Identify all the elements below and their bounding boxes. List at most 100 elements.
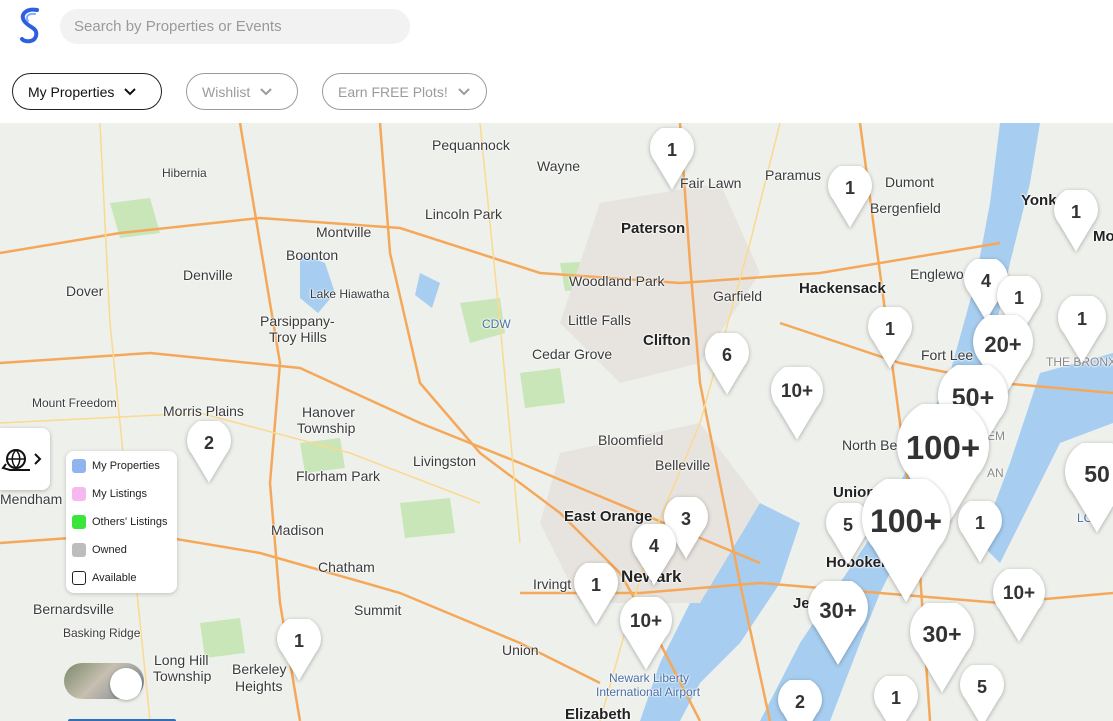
cluster-pin[interactable]: 1 xyxy=(574,563,618,625)
pin-marker-icon xyxy=(862,479,950,603)
place-label: Bergenfield xyxy=(870,200,941,216)
place-label: Bloomfield xyxy=(598,432,664,448)
place-label: Hibernia xyxy=(162,166,207,180)
cluster-pin[interactable]: 1 xyxy=(958,501,1002,563)
place-label: Hanover xyxy=(302,404,355,420)
wishlist-label: Wishlist xyxy=(202,83,251,100)
app-logo[interactable] xyxy=(14,6,46,46)
cluster-count: 1 xyxy=(890,688,901,709)
map-legend: My Properties My Listings Others' Listin… xyxy=(66,451,177,593)
place-label: Long Hill xyxy=(154,652,209,668)
earn-free-plots-dropdown[interactable]: Earn FREE Plots! xyxy=(322,73,487,110)
place-label: Belleville xyxy=(655,457,711,473)
place-label: Morris Plains xyxy=(163,403,244,419)
place-label: Union xyxy=(502,642,539,658)
map-view[interactable]: Pequannock Wayne Fair Lawn Paramus Dumon… xyxy=(0,123,1113,721)
place-label: Bernardsville xyxy=(33,601,114,617)
place-label: Heights xyxy=(235,678,283,694)
top-bar: My Properties Wishlist Earn FREE Plots! xyxy=(0,0,1113,123)
cluster-pin[interactable]: 10+ xyxy=(620,597,672,670)
place-label: Yonk xyxy=(1021,192,1057,209)
place-label: Englewo xyxy=(910,266,964,282)
cluster-pin[interactable]: 4 xyxy=(632,524,676,586)
legend-swatch xyxy=(72,515,86,529)
place-label: Hackensack xyxy=(799,280,886,297)
place-label: Lake Hiawatha xyxy=(310,287,390,301)
cluster-pin[interactable]: 10+ xyxy=(771,367,823,440)
legend-swatch xyxy=(72,459,86,473)
cluster-pin[interactable]: 5 xyxy=(960,665,1004,721)
cluster-pin[interactable]: 1 xyxy=(650,128,694,190)
place-label: Newark Liberty xyxy=(609,671,690,685)
legend-swatch xyxy=(72,571,86,585)
legend-item[interactable]: Others' Listings xyxy=(72,513,167,531)
legend-item[interactable]: Owned xyxy=(72,541,127,559)
my-properties-dropdown[interactable]: My Properties xyxy=(12,73,162,110)
cluster-pin[interactable]: 1 xyxy=(874,676,918,721)
place-label: Montville xyxy=(316,224,372,240)
cluster-count: 100+ xyxy=(905,429,981,467)
pin-marker-icon xyxy=(993,569,1045,642)
cluster-pin[interactable]: 1 xyxy=(1054,190,1098,252)
cluster-count: 10+ xyxy=(780,381,814,403)
cluster-pin[interactable]: 6 xyxy=(705,333,749,395)
place-label: Paramus xyxy=(765,167,822,183)
legend-item[interactable]: My Listings xyxy=(72,485,147,503)
place-label: International Airport xyxy=(596,685,701,699)
place-label: Basking Ridge xyxy=(63,626,141,640)
place-label: Township xyxy=(297,420,356,436)
place-label: North Be xyxy=(842,437,898,453)
place-label: Troy Hills xyxy=(269,329,327,345)
search-input[interactable] xyxy=(60,9,410,44)
cluster-pin[interactable]: 1 xyxy=(828,166,872,228)
cluster-count: 2 xyxy=(794,692,805,713)
place-label: Mount Freedom xyxy=(32,396,117,410)
cluster-count: 2 xyxy=(203,433,214,454)
cluster-pin[interactable]: 2 xyxy=(778,680,822,721)
pin-marker-icon xyxy=(771,367,823,440)
cluster-count: 5 xyxy=(976,677,987,698)
legend-item[interactable]: My Properties xyxy=(72,457,160,475)
cluster-count: 1 xyxy=(1013,288,1024,309)
place-label: Chatham xyxy=(318,559,375,575)
cluster-pin[interactable]: 1 xyxy=(868,307,912,369)
cluster-pin[interactable]: 2 xyxy=(187,421,231,483)
cluster-count: 1 xyxy=(974,513,985,534)
place-label: Garfield xyxy=(713,288,763,304)
earn-free-plots-label: Earn FREE Plots! xyxy=(338,83,448,100)
cluster-pin[interactable]: 1 xyxy=(1058,296,1106,364)
place-label: Florham Park xyxy=(296,468,381,484)
legend-toggle-button[interactable] xyxy=(0,428,50,490)
place-label: Irvingt xyxy=(533,576,572,592)
legend-swatch xyxy=(72,543,86,557)
place-label: Pequannock xyxy=(432,137,510,153)
lake2 xyxy=(415,273,440,308)
cluster-count: 1 xyxy=(884,319,895,340)
cluster-pin[interactable]: 50 xyxy=(1065,443,1113,533)
cluster-count: 4 xyxy=(648,536,659,557)
cluster-pin[interactable]: 1 xyxy=(277,619,321,681)
cluster-count: 50 xyxy=(1084,460,1110,487)
cluster-pin[interactable]: 30+ xyxy=(808,581,868,665)
chevron-down-icon xyxy=(124,87,137,95)
legend-item[interactable]: Available xyxy=(72,569,136,587)
place-label: Little Falls xyxy=(568,312,632,328)
satellite-toggle-knob[interactable] xyxy=(110,668,142,700)
wishlist-dropdown[interactable]: Wishlist xyxy=(186,73,298,110)
place-label: Clifton xyxy=(643,332,691,349)
cluster-count: 10+ xyxy=(1002,583,1036,605)
place-label: Summit xyxy=(354,602,402,618)
place-label: Madison xyxy=(271,522,324,538)
place-label: Boonton xyxy=(286,247,339,263)
cluster-pin[interactable]: 10+ xyxy=(993,569,1045,642)
legend-label: My Properties xyxy=(92,460,160,472)
legend-swatch xyxy=(72,487,86,501)
place-label: Wayne xyxy=(537,158,581,174)
cluster-count: 100+ xyxy=(869,503,943,540)
cluster-count: 1 xyxy=(590,575,601,596)
cluster-pin[interactable]: 100+ xyxy=(862,479,950,603)
cluster-count: 1 xyxy=(293,631,304,652)
cluster-count: 30+ xyxy=(922,620,962,647)
legend-label: Available xyxy=(92,572,137,584)
place-label: CDW xyxy=(482,317,511,331)
